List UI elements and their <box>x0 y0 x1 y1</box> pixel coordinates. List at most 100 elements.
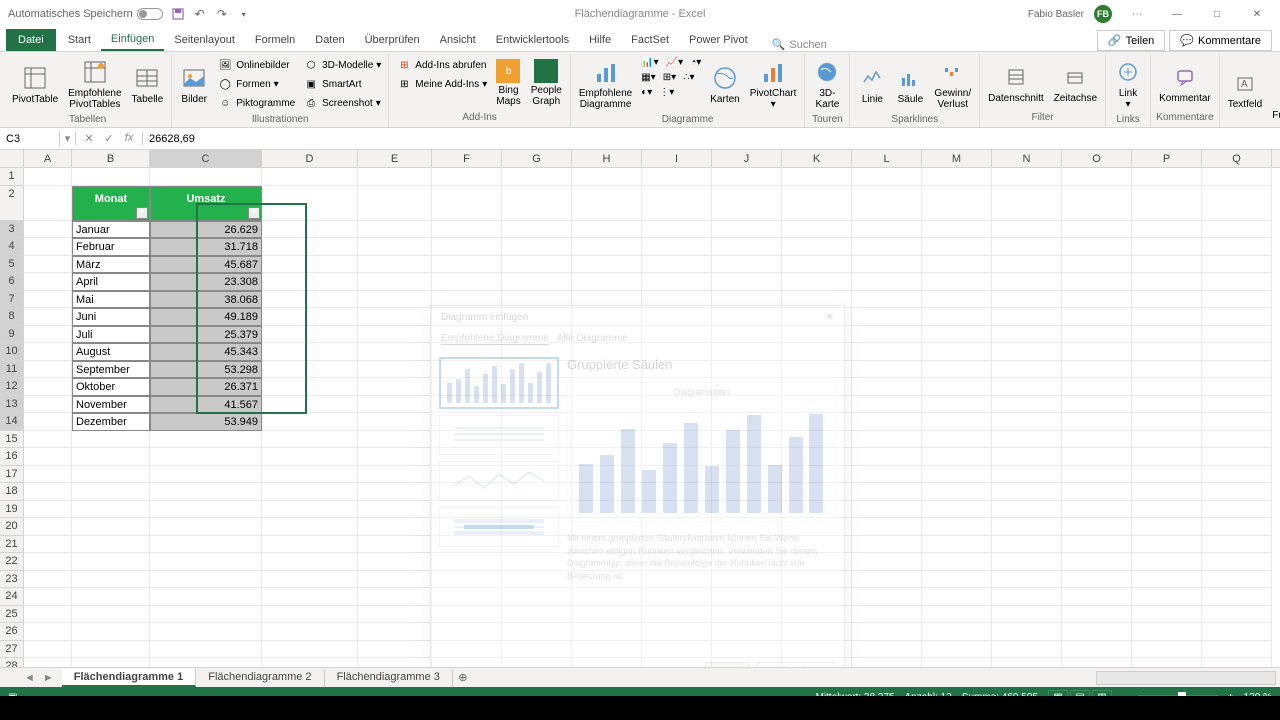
maximize-icon[interactable]: □ <box>1202 4 1232 24</box>
cell[interactable]: Juli <box>72 326 150 344</box>
cell[interactable] <box>150 623 262 641</box>
cell[interactable] <box>922 431 992 449</box>
cell[interactable] <box>150 431 262 449</box>
cell[interactable] <box>1202 623 1272 641</box>
cell[interactable]: Dezember <box>72 413 150 431</box>
column-header[interactable]: Q <box>1202 150 1272 167</box>
cell[interactable] <box>262 553 358 571</box>
row-header[interactable]: 8 <box>0 308 24 326</box>
pictures-button[interactable]: Bilder <box>176 56 212 112</box>
cell[interactable] <box>852 168 922 186</box>
cell[interactable] <box>358 483 432 501</box>
cell[interactable] <box>1202 256 1272 274</box>
cell[interactable] <box>1132 641 1202 659</box>
cell[interactable] <box>72 168 150 186</box>
cell[interactable] <box>72 466 150 484</box>
cell[interactable] <box>502 238 572 256</box>
column-header[interactable]: B <box>72 150 150 167</box>
cell[interactable] <box>358 623 432 641</box>
cell[interactable] <box>24 378 72 396</box>
cell[interactable] <box>262 466 358 484</box>
cell[interactable]: Mai <box>72 291 150 309</box>
ok-button[interactable]: OK <box>705 662 749 667</box>
cell[interactable] <box>24 186 72 221</box>
search-field[interactable]: Suchen <box>789 39 826 51</box>
cell[interactable] <box>24 448 72 466</box>
hierarchy-chart-button[interactable]: ▦▾ <box>638 71 658 84</box>
cell[interactable] <box>24 518 72 536</box>
cell[interactable] <box>852 623 922 641</box>
ribbon-tab-formeln[interactable]: Formeln <box>245 29 305 51</box>
cell[interactable] <box>262 483 358 501</box>
cell[interactable] <box>432 273 502 291</box>
cell[interactable] <box>1062 571 1132 589</box>
cell[interactable] <box>150 641 262 659</box>
cell[interactable] <box>72 658 150 667</box>
cell[interactable]: 23.308 <box>150 273 262 291</box>
cell[interactable] <box>72 483 150 501</box>
cell[interactable] <box>358 186 432 221</box>
cell[interactable] <box>1062 518 1132 536</box>
cell[interactable] <box>642 256 712 274</box>
ribbon-options-icon[interactable]: ⋯ <box>1122 4 1152 24</box>
maps-button[interactable]: Karten <box>706 56 743 112</box>
row-header[interactable]: 20 <box>0 518 24 536</box>
cell[interactable] <box>502 256 572 274</box>
cancel-button[interactable]: Abbrechen <box>756 662 834 667</box>
spreadsheet-grid[interactable]: ABCDEFGHIJKLMNOPQ 12Monat▾Umsatz▾3Januar… <box>0 150 1280 667</box>
user-avatar[interactable]: FB <box>1094 5 1112 23</box>
redo-icon[interactable]: ↷ <box>215 7 229 21</box>
cell[interactable] <box>852 606 922 624</box>
cell[interactable] <box>922 623 992 641</box>
get-addins-button[interactable]: ⊞Add-Ins abrufen <box>393 56 490 74</box>
sheet-tab[interactable]: Flächendiagramme 1 <box>62 669 196 687</box>
cell[interactable] <box>262 571 358 589</box>
row-header[interactable]: 2 <box>0 186 24 221</box>
undo-icon[interactable]: ↶ <box>193 7 207 21</box>
cell[interactable]: 49.189 <box>150 308 262 326</box>
sheet-tab[interactable]: Flächendiagramme 3 <box>325 669 453 687</box>
cell[interactable] <box>852 536 922 554</box>
cell[interactable] <box>262 641 358 659</box>
autosave-toggle[interactable]: Automatisches Speichern <box>8 8 163 20</box>
cell[interactable]: 53.949 <box>150 413 262 431</box>
cell[interactable] <box>992 291 1062 309</box>
pivottable-button[interactable]: PivotTable <box>8 56 62 112</box>
cell[interactable] <box>852 291 922 309</box>
cell[interactable]: 26.629 <box>150 221 262 239</box>
cell[interactable] <box>1202 396 1272 414</box>
cell[interactable]: 25.379 <box>150 326 262 344</box>
column-header[interactable]: D <box>262 150 358 167</box>
cell[interactable] <box>922 291 992 309</box>
toggle-switch[interactable] <box>137 8 163 20</box>
cell[interactable] <box>852 431 922 449</box>
cell[interactable] <box>24 221 72 239</box>
ribbon-tab-daten[interactable]: Daten <box>305 29 354 51</box>
chart-thumbnail[interactable] <box>439 357 559 409</box>
cell[interactable] <box>432 168 502 186</box>
cell[interactable] <box>1202 641 1272 659</box>
fx-icon[interactable]: fx <box>120 132 138 145</box>
cell[interactable] <box>852 518 922 536</box>
cell[interactable] <box>572 186 642 221</box>
cell[interactable] <box>1062 501 1132 519</box>
cell[interactable] <box>922 378 992 396</box>
column-header[interactable]: A <box>24 150 72 167</box>
cell[interactable] <box>922 273 992 291</box>
cell[interactable] <box>642 186 712 221</box>
row-header[interactable]: 28 <box>0 658 24 667</box>
cell[interactable] <box>852 588 922 606</box>
cell[interactable] <box>262 168 358 186</box>
cell[interactable] <box>992 256 1062 274</box>
cell[interactable] <box>72 641 150 659</box>
cell[interactable] <box>922 448 992 466</box>
cell[interactable] <box>1132 343 1202 361</box>
header-footer-button[interactable]: Kopf- und Fußzeile <box>1268 56 1280 123</box>
cell[interactable] <box>922 308 992 326</box>
row-header[interactable]: 15 <box>0 431 24 449</box>
row-header[interactable]: 1 <box>0 168 24 186</box>
cell[interactable] <box>24 553 72 571</box>
cell[interactable] <box>852 256 922 274</box>
column-header[interactable]: I <box>642 150 712 167</box>
bing-maps-button[interactable]: bBing Maps <box>492 56 524 110</box>
